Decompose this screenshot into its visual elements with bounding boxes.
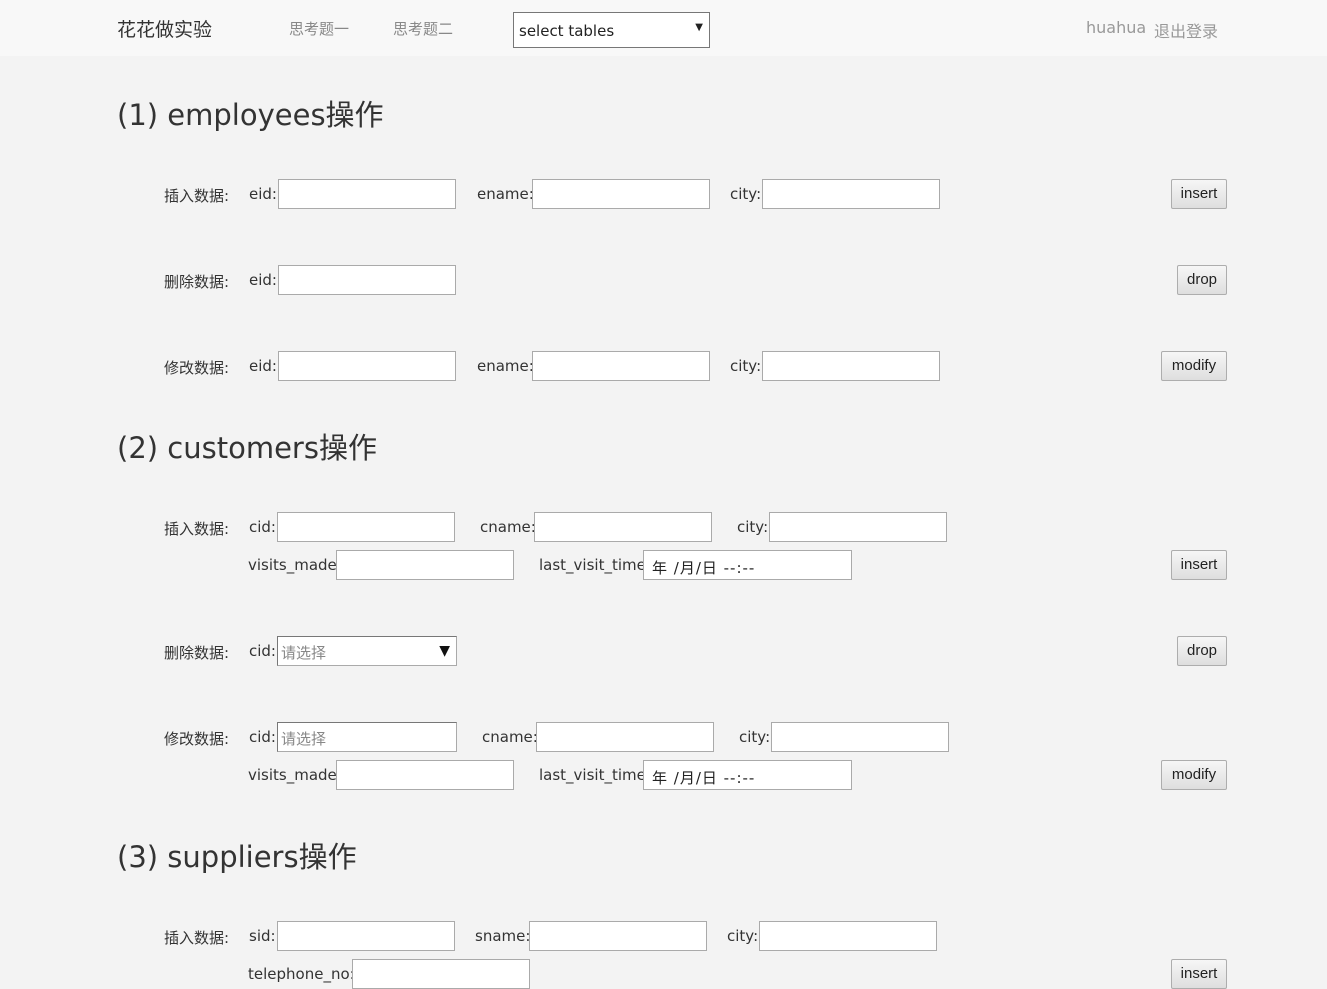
suppliers-insert-button[interactable]: insert bbox=[1171, 959, 1227, 989]
customers-insert-last-visit-input[interactable]: 年 /月/日 --:-- bbox=[643, 550, 852, 580]
customers-modify-label: 修改数据: bbox=[164, 730, 230, 748]
suppliers-insert-sid-label: sid: bbox=[249, 927, 276, 945]
chevron-down-icon: ▼ bbox=[695, 22, 703, 33]
employees-drop-label: 删除数据: bbox=[164, 273, 230, 291]
employees-modify-eid-label: eid: bbox=[249, 357, 277, 375]
customers-modify-visits-input[interactable] bbox=[336, 760, 514, 790]
customers-insert-cid-label: cid: bbox=[249, 518, 276, 536]
customers-modify-cid-label: cid: bbox=[249, 728, 276, 746]
employees-drop-eid-input[interactable] bbox=[278, 265, 456, 295]
employees-modify-ename-input[interactable] bbox=[532, 351, 710, 381]
employees-drop-button[interactable]: drop bbox=[1177, 265, 1227, 295]
navbar: 花花做实验 思考题一 思考题二 select tables ▼ huahua 退… bbox=[0, 0, 1327, 56]
suppliers-insert-label: 插入数据: bbox=[164, 929, 230, 947]
suppliers-insert-city-input[interactable] bbox=[759, 921, 937, 951]
employees-modify-ename-label: ename: bbox=[477, 357, 534, 375]
customers-insert-visits-label: visits_made: bbox=[248, 556, 342, 574]
customers-insert-visits-input[interactable] bbox=[336, 550, 514, 580]
employees-insert-button[interactable]: insert bbox=[1171, 179, 1227, 209]
customers-insert-city-label: city: bbox=[737, 518, 769, 536]
nav-link-question-1[interactable]: 思考题一 bbox=[289, 18, 349, 39]
employees-modify-label: 修改数据: bbox=[164, 359, 230, 377]
customers-insert-cname-input[interactable] bbox=[534, 512, 712, 542]
customers-modify-button[interactable]: modify bbox=[1161, 760, 1227, 790]
username-link[interactable]: huahua bbox=[1086, 18, 1146, 37]
select-tables-label: select tables bbox=[519, 22, 615, 40]
employees-insert-city-input[interactable] bbox=[762, 179, 940, 209]
employees-insert-ename-label: ename: bbox=[477, 185, 534, 203]
employees-modify-city-input[interactable] bbox=[762, 351, 940, 381]
cid-combobox-placeholder: 请选择 bbox=[281, 730, 327, 748]
customers-modify-city-label: city: bbox=[739, 728, 771, 746]
suppliers-insert-city-label: city: bbox=[727, 927, 759, 945]
employees-insert-ename-input[interactable] bbox=[532, 179, 710, 209]
suppliers-insert-telephone-label: telephone_no: bbox=[248, 965, 355, 983]
customers-modify-visits-label: visits_made: bbox=[248, 766, 342, 784]
customers-insert-cid-input[interactable] bbox=[277, 512, 455, 542]
employees-section-title: (1) employees操作 bbox=[117, 98, 384, 132]
customers-drop-cid-label: cid: bbox=[249, 642, 276, 660]
employees-drop-eid-label: eid: bbox=[249, 271, 277, 289]
cid-select-placeholder: 请选择 bbox=[281, 644, 327, 662]
customers-insert-button[interactable]: insert bbox=[1171, 550, 1227, 580]
customers-drop-button[interactable]: drop bbox=[1177, 636, 1227, 666]
nav-link-question-2[interactable]: 思考题二 bbox=[393, 18, 453, 39]
chevron-down-icon: ▼ bbox=[439, 643, 450, 659]
customers-modify-last-visit-input[interactable]: 年 /月/日 --:-- bbox=[643, 760, 852, 790]
employees-modify-button[interactable]: modify bbox=[1161, 351, 1227, 381]
customers-modify-city-input[interactable] bbox=[771, 722, 949, 752]
suppliers-section-title: (3) suppliers操作 bbox=[117, 840, 357, 874]
employees-insert-label: 插入数据: bbox=[164, 187, 230, 205]
customers-insert-last-visit-label: last_visit_time: bbox=[539, 556, 651, 574]
customers-modify-cid-combobox[interactable]: 请选择 bbox=[277, 722, 457, 752]
customers-modify-cname-label: cname: bbox=[482, 728, 538, 746]
employees-modify-city-label: city: bbox=[730, 357, 762, 375]
employees-insert-city-label: city: bbox=[730, 185, 762, 203]
logout-link[interactable]: 退出登录 bbox=[1154, 18, 1218, 42]
employees-insert-eid-label: eid: bbox=[249, 185, 277, 203]
customers-drop-label: 删除数据: bbox=[164, 644, 230, 662]
customers-modify-cname-input[interactable] bbox=[536, 722, 714, 752]
suppliers-insert-sname-input[interactable] bbox=[529, 921, 707, 951]
customers-insert-cname-label: cname: bbox=[480, 518, 536, 536]
employees-insert-eid-input[interactable] bbox=[278, 179, 456, 209]
customers-section-title: (2) customers操作 bbox=[117, 431, 377, 465]
datetime-placeholder: 年 /月/日 --:-- bbox=[652, 559, 756, 577]
select-tables-dropdown[interactable]: select tables ▼ bbox=[513, 12, 710, 48]
suppliers-insert-sname-label: sname: bbox=[475, 927, 531, 945]
suppliers-insert-sid-input[interactable] bbox=[277, 921, 455, 951]
suppliers-insert-telephone-input[interactable] bbox=[352, 959, 530, 989]
employees-modify-eid-input[interactable] bbox=[278, 351, 456, 381]
customers-drop-cid-select[interactable]: 请选择 ▼ bbox=[277, 636, 457, 666]
brand-title[interactable]: 花花做实验 bbox=[117, 15, 212, 42]
datetime-placeholder: 年 /月/日 --:-- bbox=[652, 769, 756, 787]
customers-insert-label: 插入数据: bbox=[164, 520, 230, 538]
customers-insert-city-input[interactable] bbox=[769, 512, 947, 542]
customers-modify-last-visit-label: last_visit_time: bbox=[539, 766, 651, 784]
